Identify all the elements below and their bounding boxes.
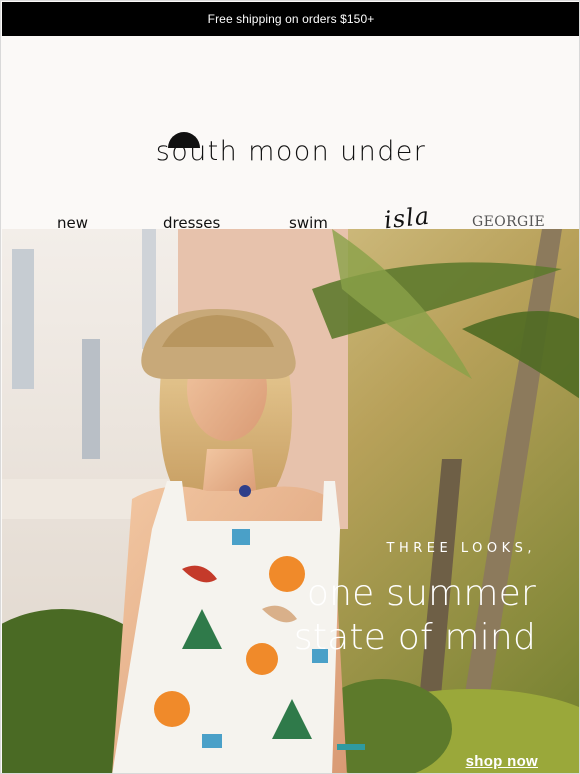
nav-item-georgie[interactable]: GEORGIE: [472, 214, 545, 230]
hero-kicker: THREE LOOKS,: [386, 541, 536, 556]
announcement-text: Free shipping on orders $150+: [207, 12, 375, 26]
hero-photo: [2, 229, 579, 773]
announcement-bar[interactable]: Free shipping on orders $150+: [2, 2, 579, 36]
hero-banner[interactable]: THREE LOOKS, one summer state of mind sh…: [2, 229, 579, 773]
hero-headline-line1: one summer: [306, 573, 536, 614]
brand-logo[interactable]: south moon under: [2, 136, 579, 167]
shop-now-link[interactable]: shop now: [466, 753, 538, 770]
hero-headline-line2: state of mind: [293, 617, 536, 658]
email-frame: Free shipping on orders $150+ south moon…: [0, 0, 580, 774]
header: south moon under new dresses swim isla G…: [2, 36, 579, 234]
